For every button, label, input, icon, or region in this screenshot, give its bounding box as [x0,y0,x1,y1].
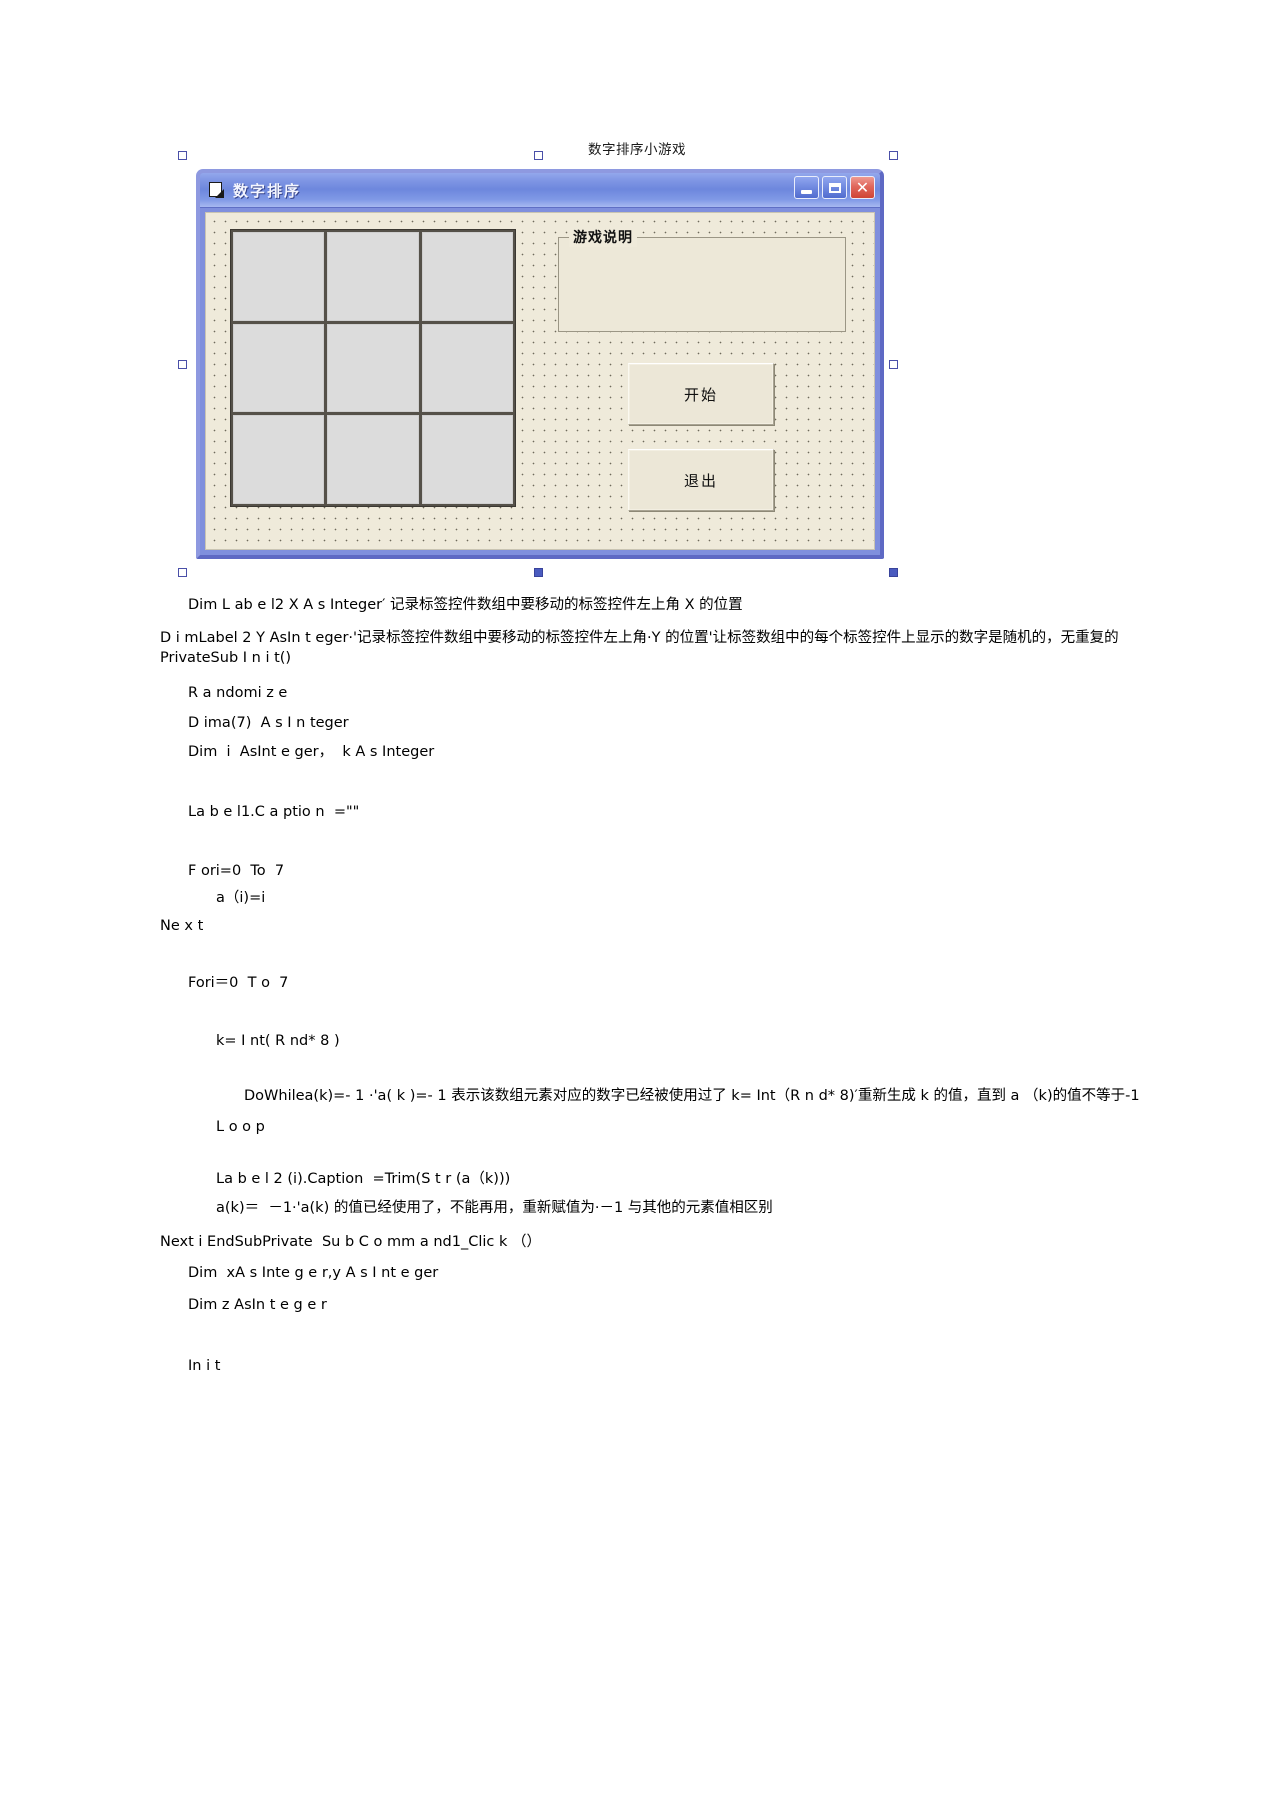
grid-cell[interactable] [327,232,419,321]
selection-handle-bottom-left[interactable] [178,568,187,577]
selection-handle-bottom-center[interactable] [534,568,543,577]
window-title: 数字排序 [233,181,302,200]
code-line: D ima(7) A s I n teger [188,714,349,731]
code-line: Dim xA s Inte g e r,y A s I nt e ger [188,1265,439,1282]
maximize-button[interactable] [822,176,847,199]
code-line: DoWhilea(k)=- 1 ·'a( k )=- 1 表示该数组元素对应的数… [244,1088,1140,1105]
code-line: k= I nt( R nd* 8 ) [216,1032,340,1049]
grid-cell[interactable] [327,415,419,504]
vb-form-window: 数字排序 ✕ 游戏说明 开始 退出 [196,169,884,559]
code-line: La b e l 2 (i).Caption =Trim(S t r (a（k)… [216,1170,511,1187]
grid-cell[interactable] [233,232,325,321]
selection-handle-top-center[interactable] [534,151,543,160]
selection-handle-middle-left[interactable] [178,360,187,369]
code-line: L o o p [216,1119,265,1136]
start-button[interactable]: 开始 [628,363,774,425]
code-line: Dim i AsInt e ger， k A s Integer [188,744,435,761]
form-document-icon [208,182,226,198]
code-line: R a ndomi z e [188,685,288,702]
grid-cell[interactable] [421,323,513,413]
document-page: 数字排序小游戏 数字排序 ✕ 游戏说明 开始 退出 Dim L ab e l2 … [0,0,1274,1804]
grid-cell[interactable] [421,232,513,321]
instructions-frame-caption: 游戏说明 [569,227,637,247]
minimize-button[interactable] [794,176,819,199]
close-icon: ✕ [855,177,870,197]
code-line: Dim L ab e l2 X A s Integer′ 记录标签控件数组中要移… [188,597,743,613]
code-listing: Dim L ab e l2 X A s Integer′ 记录标签控件数组中要移… [0,596,1274,1376]
close-button[interactable]: ✕ [850,176,875,199]
number-grid [230,229,516,507]
code-line: Next i EndSubPrivate Su b C o mm a nd1_C… [160,1233,541,1250]
code-line: a（i)=i [216,890,266,907]
embedded-vb-form-image[interactable]: 数字排序 ✕ 游戏说明 开始 退出 [178,151,898,577]
code-line: F ori=0 To 7 [188,862,285,879]
form-design-surface: 游戏说明 开始 退出 [205,212,875,550]
instructions-frame-body [559,238,845,331]
minimize-icon [801,189,812,194]
selection-handle-top-right[interactable] [889,151,898,160]
instructions-frame: 游戏说明 [558,227,846,332]
code-line: In i t [188,1358,221,1375]
selection-handle-bottom-right[interactable] [889,568,898,577]
grid-cell[interactable] [233,415,325,504]
grid-cell[interactable] [421,415,513,504]
code-line: D i mLabel 2 Y AsIn t eger·'记录标签控件数组中要移动… [160,630,1119,666]
code-line: Ne x t [160,917,204,934]
grid-cell[interactable] [233,323,325,413]
code-line: Dim z AsIn t e g e r [188,1296,327,1313]
selection-handle-top-left[interactable] [178,151,187,160]
maximize-icon [828,182,841,193]
selection-handle-middle-right[interactable] [889,360,898,369]
window-controls: ✕ [794,176,875,199]
grid-cell[interactable] [327,323,419,413]
code-line: La b e l1.C a ptio n ="" [188,803,360,820]
code-line: Fori＝0 T o 7 [188,975,289,992]
quit-button[interactable]: 退出 [628,449,774,511]
window-title-bar: 数字排序 ✕ [200,173,880,208]
code-line: a(k)＝ －1·'a(k) 的值已经使用了，不能再用，重新赋值为·－1 与其他… [216,1200,773,1217]
